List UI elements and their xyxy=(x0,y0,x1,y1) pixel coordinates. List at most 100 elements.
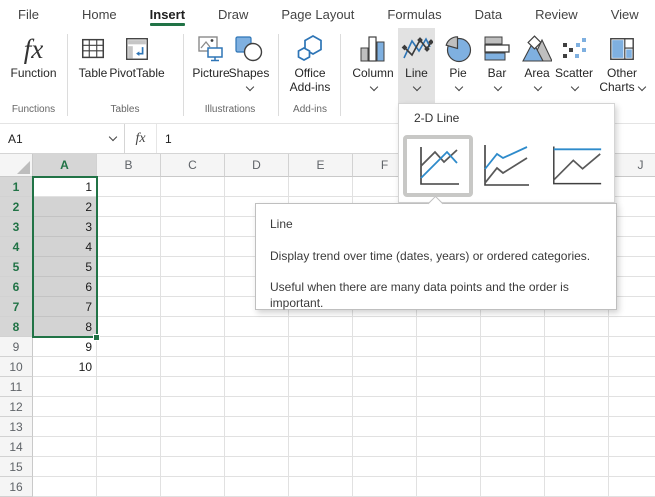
cell-H14[interactable] xyxy=(481,437,545,457)
cell-D13[interactable] xyxy=(225,417,289,437)
name-box[interactable]: A1 xyxy=(0,124,125,153)
cell-A16[interactable] xyxy=(33,477,97,497)
pie-chart-button[interactable]: Pie xyxy=(440,28,476,103)
cell-A8[interactable]: 8 xyxy=(33,317,97,337)
cell-H9[interactable] xyxy=(481,337,545,357)
cell-D1[interactable] xyxy=(225,177,289,197)
cell-J15[interactable] xyxy=(609,457,655,477)
row-header-6[interactable]: 6 xyxy=(0,277,33,297)
cell-B8[interactable] xyxy=(97,317,161,337)
gallery-item-stacked-line[interactable] xyxy=(480,141,532,191)
cell-A14[interactable] xyxy=(33,437,97,457)
tab-page-layout[interactable]: Page Layout xyxy=(281,0,354,28)
cell-E9[interactable] xyxy=(289,337,353,357)
cell-E11[interactable] xyxy=(289,377,353,397)
cell-A13[interactable] xyxy=(33,417,97,437)
cell-H8[interactable] xyxy=(481,317,545,337)
cell-A11[interactable] xyxy=(33,377,97,397)
cell-G8[interactable] xyxy=(417,317,481,337)
cell-A3[interactable]: 3 xyxy=(33,217,97,237)
cell-I10[interactable] xyxy=(545,357,609,377)
cell-G10[interactable] xyxy=(417,357,481,377)
cell-C1[interactable] xyxy=(161,177,225,197)
cell-A4[interactable]: 4 xyxy=(33,237,97,257)
cell-C4[interactable] xyxy=(161,237,225,257)
cell-B2[interactable] xyxy=(97,197,161,217)
cell-D16[interactable] xyxy=(225,477,289,497)
column-header-D[interactable]: D xyxy=(225,154,289,177)
gallery-item-line[interactable] xyxy=(403,135,473,197)
gallery-item-100-stacked-line[interactable] xyxy=(551,141,603,191)
cell-C12[interactable] xyxy=(161,397,225,417)
cell-H16[interactable] xyxy=(481,477,545,497)
cell-A15[interactable] xyxy=(33,457,97,477)
row-header-12[interactable]: 12 xyxy=(0,397,33,417)
cell-H12[interactable] xyxy=(481,397,545,417)
cell-C8[interactable] xyxy=(161,317,225,337)
cell-J11[interactable] xyxy=(609,377,655,397)
row-header-3[interactable]: 3 xyxy=(0,217,33,237)
cell-G13[interactable] xyxy=(417,417,481,437)
cell-B11[interactable] xyxy=(97,377,161,397)
row-header-16[interactable]: 16 xyxy=(0,477,33,497)
cell-J10[interactable] xyxy=(609,357,655,377)
cell-C15[interactable] xyxy=(161,457,225,477)
cell-C3[interactable] xyxy=(161,217,225,237)
cell-B3[interactable] xyxy=(97,217,161,237)
cell-B7[interactable] xyxy=(97,297,161,317)
cell-F16[interactable] xyxy=(353,477,417,497)
cell-G11[interactable] xyxy=(417,377,481,397)
cell-A10[interactable]: 10 xyxy=(33,357,97,377)
cell-D12[interactable] xyxy=(225,397,289,417)
column-header-A[interactable]: A xyxy=(33,154,97,177)
cell-J1[interactable] xyxy=(609,177,655,197)
cell-C11[interactable] xyxy=(161,377,225,397)
select-all-button[interactable] xyxy=(0,154,33,177)
cell-J12[interactable] xyxy=(609,397,655,417)
cell-G15[interactable] xyxy=(417,457,481,477)
cell-B16[interactable] xyxy=(97,477,161,497)
tab-home[interactable]: Home xyxy=(82,0,117,28)
column-chart-button[interactable]: Column xyxy=(351,28,395,103)
cell-F13[interactable] xyxy=(353,417,417,437)
cell-J9[interactable] xyxy=(609,337,655,357)
cell-G12[interactable] xyxy=(417,397,481,417)
cell-F14[interactable] xyxy=(353,437,417,457)
column-header-C[interactable]: C xyxy=(161,154,225,177)
column-header-B[interactable]: B xyxy=(97,154,161,177)
cell-E15[interactable] xyxy=(289,457,353,477)
cell-A6[interactable]: 6 xyxy=(33,277,97,297)
cell-C7[interactable] xyxy=(161,297,225,317)
cell-H15[interactable] xyxy=(481,457,545,477)
row-header-13[interactable]: 13 xyxy=(0,417,33,437)
column-header-E[interactable]: E xyxy=(289,154,353,177)
cell-J8[interactable] xyxy=(609,317,655,337)
cell-F15[interactable] xyxy=(353,457,417,477)
cell-F8[interactable] xyxy=(353,317,417,337)
cell-I8[interactable] xyxy=(545,317,609,337)
cell-D8[interactable] xyxy=(225,317,289,337)
row-header-4[interactable]: 4 xyxy=(0,237,33,257)
cell-G16[interactable] xyxy=(417,477,481,497)
cell-A9[interactable]: 9 xyxy=(33,337,97,357)
bar-chart-button[interactable]: Bar xyxy=(479,28,515,103)
cell-J14[interactable] xyxy=(609,437,655,457)
cell-A7[interactable]: 7 xyxy=(33,297,97,317)
cell-B6[interactable] xyxy=(97,277,161,297)
cell-H13[interactable] xyxy=(481,417,545,437)
tab-view[interactable]: View xyxy=(611,0,639,28)
other-charts-button[interactable]: Other Charts xyxy=(594,28,650,103)
cell-D11[interactable] xyxy=(225,377,289,397)
shapes-button[interactable]: Shapes xyxy=(226,28,272,103)
cell-I13[interactable] xyxy=(545,417,609,437)
tab-formulas[interactable]: Formulas xyxy=(387,0,441,28)
row-header-15[interactable]: 15 xyxy=(0,457,33,477)
cell-J16[interactable] xyxy=(609,477,655,497)
cell-B10[interactable] xyxy=(97,357,161,377)
cell-C9[interactable] xyxy=(161,337,225,357)
cell-B13[interactable] xyxy=(97,417,161,437)
cell-B14[interactable] xyxy=(97,437,161,457)
cell-A5[interactable]: 5 xyxy=(33,257,97,277)
cell-A12[interactable] xyxy=(33,397,97,417)
cell-B9[interactable] xyxy=(97,337,161,357)
